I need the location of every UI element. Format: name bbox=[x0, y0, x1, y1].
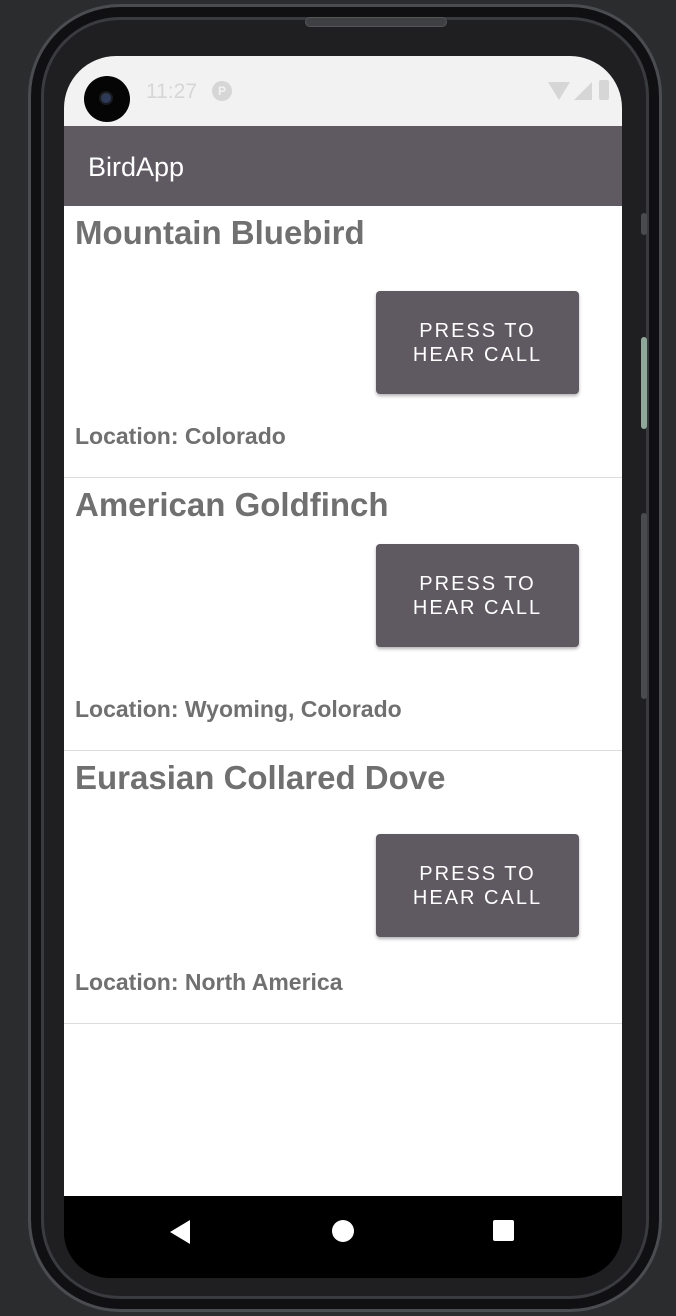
status-time: 11:27 bbox=[146, 80, 197, 103]
status-bar: 11:27 P bbox=[64, 56, 622, 126]
google-play-icon: P bbox=[212, 81, 232, 101]
bird-list-item: Mountain Bluebird PRESS TO HEAR CALL Loc… bbox=[64, 206, 622, 478]
navigation-bar bbox=[64, 1196, 622, 1278]
bird-list-item: American Goldfinch PRESS TO HEAR CALL Lo… bbox=[64, 478, 622, 751]
hear-call-button[interactable]: PRESS TO HEAR CALL bbox=[376, 544, 579, 647]
battery-icon bbox=[599, 80, 609, 100]
app-title: BirdApp bbox=[88, 152, 185, 182]
side-button-small bbox=[641, 213, 647, 235]
bird-name: Eurasian Collared Dove bbox=[75, 759, 446, 796]
power-button bbox=[641, 337, 647, 429]
back-triangle-icon[interactable] bbox=[170, 1220, 190, 1244]
recents-square-icon[interactable] bbox=[493, 1220, 514, 1241]
cell-signal-icon bbox=[574, 82, 592, 100]
bird-list-item: Eurasian Collared Dove PRESS TO HEAR CAL… bbox=[64, 751, 622, 1024]
phone-screen: 11:27 P BirdApp Mountain Bluebird PRESS … bbox=[64, 56, 622, 1278]
bird-name: Mountain Bluebird bbox=[75, 214, 365, 251]
volume-button bbox=[641, 513, 647, 699]
wifi-icon bbox=[548, 82, 570, 100]
bird-list[interactable]: Mountain Bluebird PRESS TO HEAR CALL Loc… bbox=[64, 206, 622, 1196]
hear-call-button[interactable]: PRESS TO HEAR CALL bbox=[376, 834, 579, 937]
app-bar: BirdApp bbox=[64, 126, 622, 206]
front-camera-icon bbox=[84, 76, 130, 122]
earpiece-speaker bbox=[305, 17, 447, 27]
hear-call-button[interactable]: PRESS TO HEAR CALL bbox=[376, 291, 579, 394]
bird-location: Location: Colorado bbox=[75, 423, 286, 449]
bird-location: Location: North America bbox=[75, 969, 343, 995]
bird-location: Location: Wyoming, Colorado bbox=[75, 696, 402, 722]
bird-name: American Goldfinch bbox=[75, 486, 389, 523]
home-circle-icon[interactable] bbox=[332, 1220, 354, 1242]
